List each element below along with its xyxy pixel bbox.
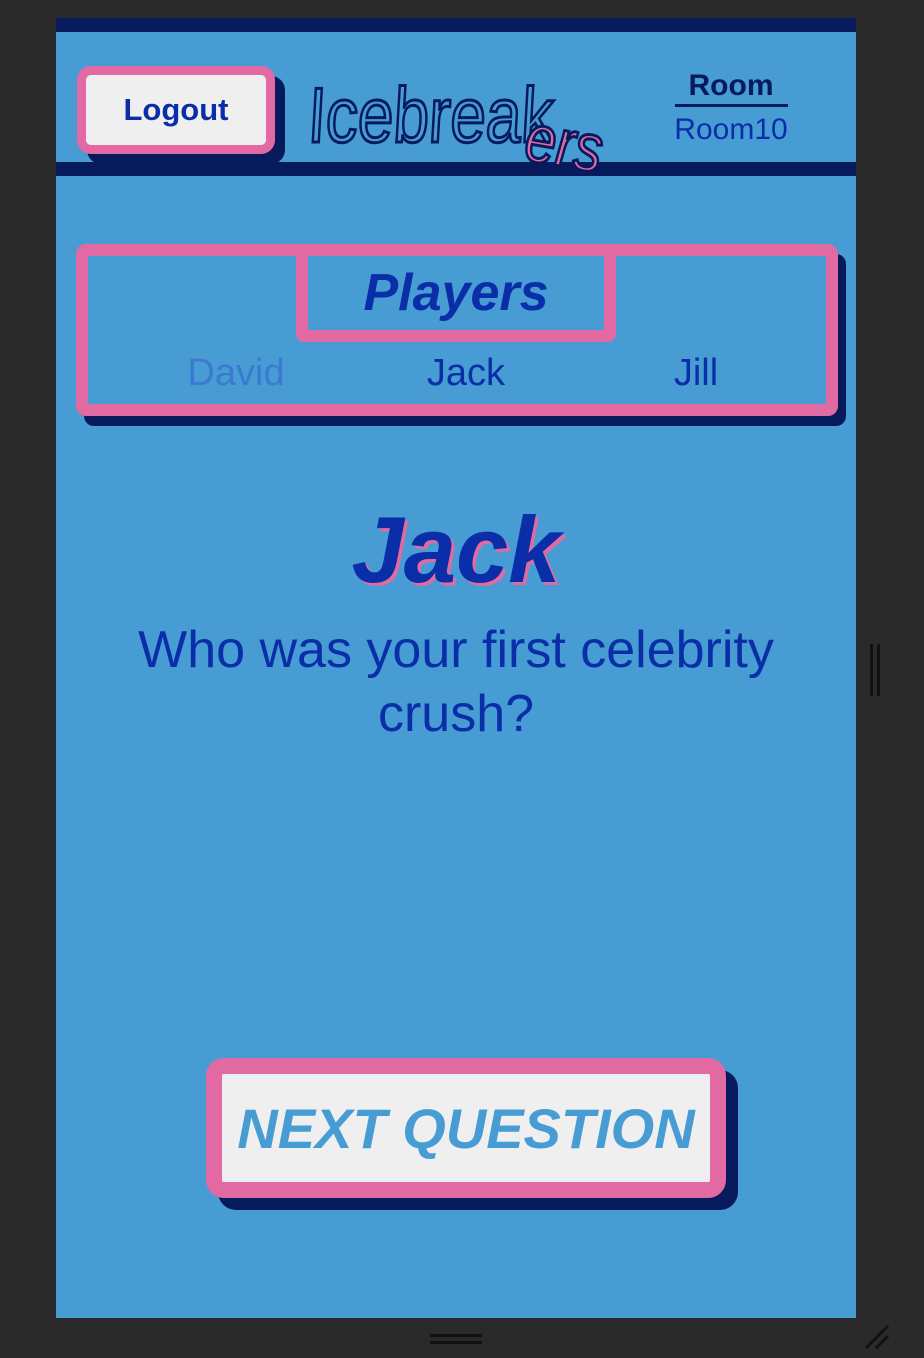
logout-button[interactable]: Logout (77, 66, 275, 154)
next-question-button[interactable]: NEXT QUESTION (206, 1058, 726, 1198)
app-frame: Logout Icebreak ers Room Room10 Players … (56, 18, 856, 1318)
question-text: Who was your first celebrity crush? (138, 621, 774, 743)
player-item: Jack (426, 352, 506, 394)
icebreakers-logo: Icebreak ers (305, 71, 608, 170)
header-bar: Logout Icebreak ers Room Room10 (56, 18, 856, 176)
logout-wrapper: Logout (77, 66, 285, 164)
logo-accent-text: ers (521, 100, 606, 170)
next-question-wrapper: NEXT QUESTION (206, 1058, 738, 1210)
current-player-name: Jack (351, 497, 561, 602)
player-item: Jill (673, 352, 719, 394)
players-title: Players (296, 244, 616, 342)
room-name: Room10 (674, 113, 788, 146)
room-label: Room (674, 68, 788, 107)
players-box: Players David Jack Jill (76, 244, 838, 416)
side-resize-handle[interactable] (870, 644, 880, 696)
resize-corner-icon[interactable] (862, 1322, 892, 1352)
player-item: David (187, 352, 285, 394)
bottom-resize-handle[interactable] (430, 1334, 482, 1344)
room-info: Room Room10 (666, 68, 796, 147)
logo-main-text: Icebreak (306, 72, 557, 159)
players-panel: Players David Jack Jill (76, 244, 846, 426)
